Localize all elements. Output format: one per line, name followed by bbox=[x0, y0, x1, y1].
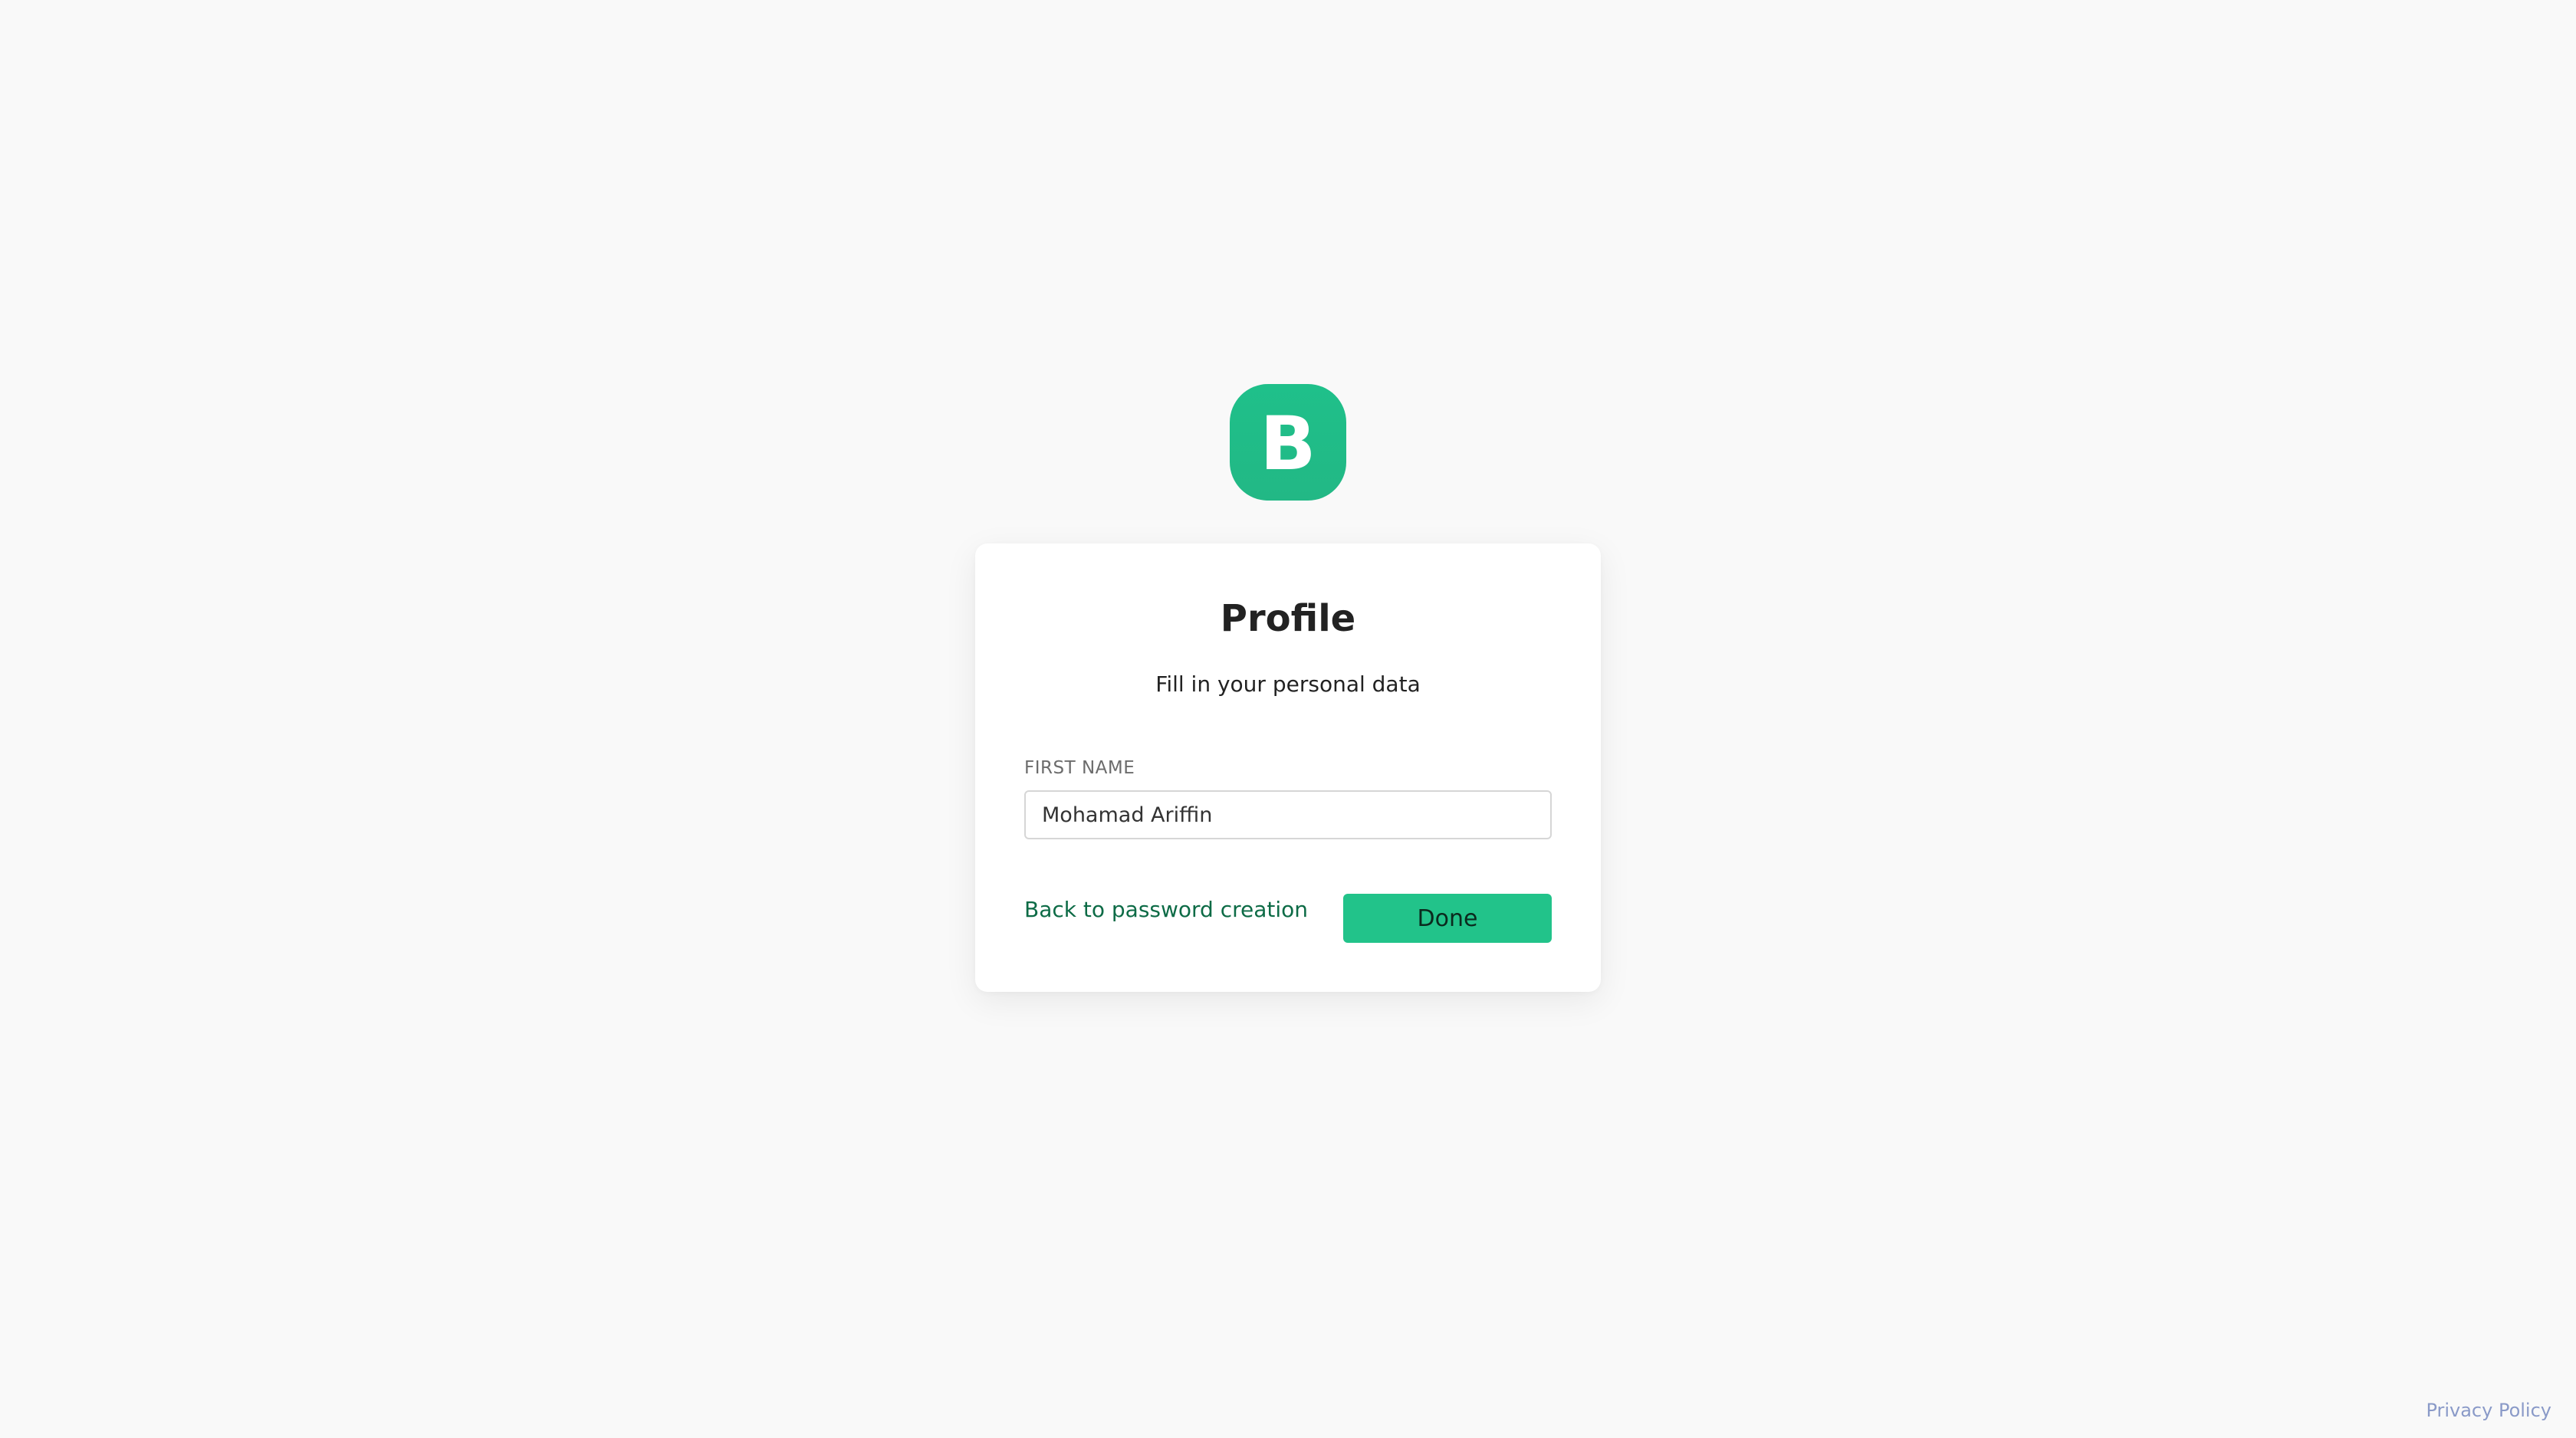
page-title: Profile bbox=[1220, 597, 1356, 640]
app-logo-letter: B bbox=[1260, 401, 1316, 487]
app-logo: B bbox=[1230, 384, 1346, 501]
profile-card: Profile Fill in your personal data FIRST… bbox=[975, 543, 1601, 992]
first-name-label: FIRST NAME bbox=[1024, 758, 1135, 778]
first-name-input[interactable] bbox=[1024, 790, 1552, 839]
back-to-password-link[interactable]: Back to password creation bbox=[1024, 885, 1308, 934]
page-subtitle: Fill in your personal data bbox=[1155, 671, 1421, 697]
privacy-policy-link[interactable]: Privacy Policy bbox=[2426, 1400, 2551, 1421]
done-button[interactable]: Done bbox=[1343, 894, 1552, 943]
